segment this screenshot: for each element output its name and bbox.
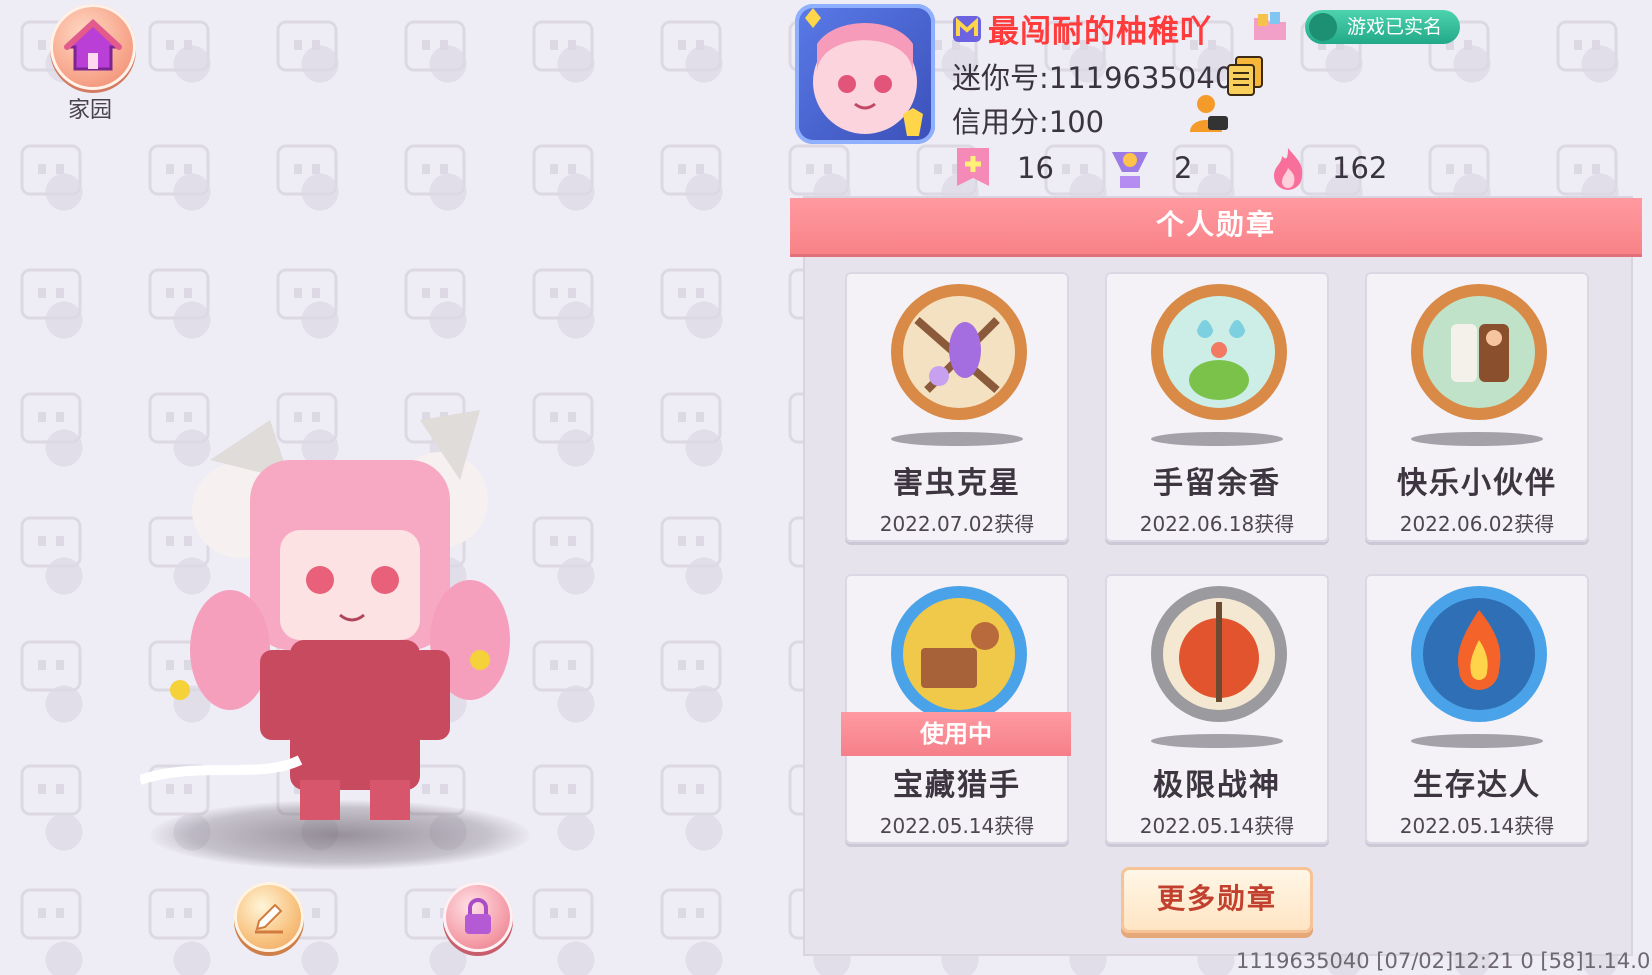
medal-name: 宝藏猎手 bbox=[893, 768, 1021, 803]
medal-card[interactable]: 生存达人 2022.05.14获得 bbox=[1365, 574, 1589, 844]
medal-name: 快乐小伙伴 bbox=[1397, 466, 1557, 501]
medal-card[interactable]: 快乐小伙伴 2022.06.02获得 bbox=[1365, 272, 1589, 542]
medal-name: 极限战神 bbox=[1153, 768, 1281, 803]
boss-slayer-medal-icon bbox=[1151, 586, 1287, 722]
add-friend-icon[interactable] bbox=[1186, 92, 1230, 136]
medal-card[interactable]: 极限战神 2022.05.14获得 bbox=[1105, 574, 1329, 844]
home-label: 家园 bbox=[68, 98, 113, 123]
more-medals-button[interactable]: 更多勋章 bbox=[1121, 867, 1313, 933]
player-name: 最闯耐的柚稚吖 bbox=[988, 13, 1212, 50]
medal-name: 手留余香 bbox=[1153, 466, 1281, 501]
player-character bbox=[138, 400, 560, 850]
medal-card[interactable]: 害虫克星 2022.07.02获得 bbox=[845, 272, 1069, 542]
medal-date: 2022.07.02获得 bbox=[879, 512, 1035, 536]
home-button[interactable] bbox=[50, 4, 138, 90]
pencil-icon bbox=[255, 903, 283, 934]
trophy-icon bbox=[1112, 152, 1148, 188]
stat-trophy-count: 2 bbox=[1110, 145, 1192, 191]
happy-buddy-medal-icon bbox=[1411, 284, 1547, 420]
treasure-hunter-medal-icon bbox=[891, 586, 1027, 722]
flame-icon bbox=[1274, 148, 1303, 190]
folder-icon[interactable] bbox=[1252, 10, 1288, 42]
medal-date: 2022.06.18获得 bbox=[1139, 512, 1295, 536]
lock-icon bbox=[465, 898, 491, 934]
verified-label: 游戏已实名 bbox=[1347, 16, 1443, 38]
lock-button[interactable] bbox=[443, 882, 513, 952]
medal-card[interactable]: 手留余香 2022.06.18获得 bbox=[1105, 272, 1329, 542]
medal-date: 2022.05.14获得 bbox=[1139, 814, 1295, 838]
player-name-row: 最闯耐的柚稚吖 bbox=[952, 8, 1212, 50]
medal-name: 害虫克星 bbox=[893, 466, 1021, 501]
medal-date: 2022.05.14获得 bbox=[1399, 814, 1555, 838]
medal-plus-icon bbox=[957, 148, 989, 186]
player-id: 迷你号:1119635040 bbox=[952, 61, 1234, 95]
house-icon bbox=[64, 19, 122, 71]
credit-score: 信用分:100 bbox=[952, 105, 1105, 139]
medal-panel-title: 个人勋章 bbox=[790, 198, 1642, 257]
avatar[interactable] bbox=[795, 4, 935, 144]
user-verified-icon bbox=[1309, 13, 1337, 41]
fragrance-medal-icon bbox=[1151, 284, 1287, 420]
survival-expert-medal-icon bbox=[1411, 586, 1547, 722]
pest-buster-medal-icon bbox=[891, 284, 1027, 420]
copy-icon[interactable] bbox=[1226, 55, 1264, 97]
vip-m-icon bbox=[953, 16, 981, 42]
stat-popularity: 162 bbox=[1268, 145, 1387, 191]
medal-date: 2022.06.02获得 bbox=[1399, 512, 1555, 536]
stat-medal-count: 16 bbox=[953, 145, 1054, 191]
medal-date: 2022.05.14获得 bbox=[879, 814, 1035, 838]
verified-badge[interactable]: 游戏已实名 bbox=[1305, 10, 1461, 44]
medal-name: 生存达人 bbox=[1413, 768, 1541, 803]
in-use-badge: 使用中 bbox=[841, 712, 1071, 756]
medal-card[interactable]: 使用中 宝藏猎手 2022.05.14获得 bbox=[841, 574, 1071, 844]
edit-button[interactable] bbox=[234, 882, 304, 952]
debug-info: 1119635040 [07/02]12:21 0 [58]1.14.0 bbox=[1236, 949, 1651, 973]
